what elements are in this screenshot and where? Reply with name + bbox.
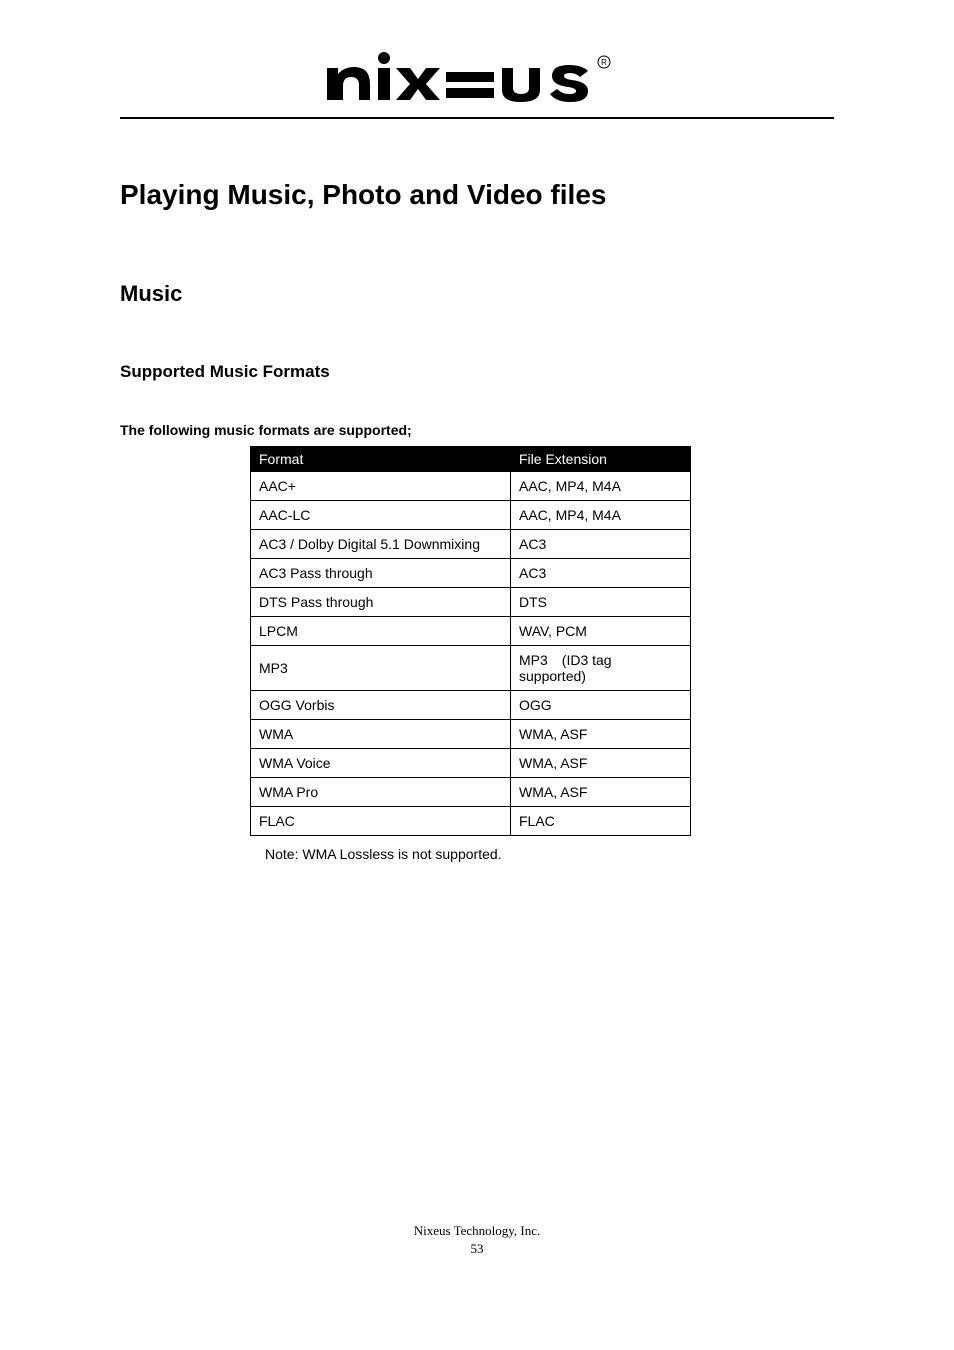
table-row: DTS Pass throughDTS xyxy=(251,588,691,617)
extension-cell: FLAC xyxy=(511,807,691,836)
table-header-extension: File Extension xyxy=(511,447,691,472)
extension-cell: WMA, ASF xyxy=(511,720,691,749)
table-row: AC3 / Dolby Digital 5.1 DownmixingAC3 xyxy=(251,530,691,559)
table-row: AAC-LCAAC, MP4, M4A xyxy=(251,501,691,530)
format-cell: OGG Vorbis xyxy=(251,691,511,720)
table-row: WMAWMA, ASF xyxy=(251,720,691,749)
music-formats-table: Format File Extension AAC+AAC, MP4, M4AA… xyxy=(250,446,691,836)
format-cell: WMA Voice xyxy=(251,749,511,778)
footer-company: Nixeus Technology, Inc. xyxy=(120,1222,834,1240)
format-cell: AC3 / Dolby Digital 5.1 Downmixing xyxy=(251,530,511,559)
format-cell: DTS Pass through xyxy=(251,588,511,617)
extension-cell: MP3 (ID3 tag supported) xyxy=(511,646,691,691)
extension-cell: WMA, ASF xyxy=(511,778,691,807)
extension-cell: DTS xyxy=(511,588,691,617)
format-cell: AAC+ xyxy=(251,472,511,501)
page-footer: Nixeus Technology, Inc. 53 xyxy=(120,1222,834,1258)
format-cell: MP3 xyxy=(251,646,511,691)
brand-logo: R xyxy=(120,50,834,117)
extension-cell: OGG xyxy=(511,691,691,720)
table-row: LPCMWAV, PCM xyxy=(251,617,691,646)
table-row: AC3 Pass throughAC3 xyxy=(251,559,691,588)
table-row: WMA ProWMA, ASF xyxy=(251,778,691,807)
format-cell: WMA Pro xyxy=(251,778,511,807)
note-text: Note: WMA Lossless is not supported. xyxy=(265,846,834,862)
lead-text: The following music formats are supporte… xyxy=(120,422,834,438)
footer-page-number: 53 xyxy=(120,1240,834,1258)
table-row: OGG VorbisOGG xyxy=(251,691,691,720)
svg-text:R: R xyxy=(601,58,607,67)
extension-cell: AAC, MP4, M4A xyxy=(511,501,691,530)
page-title: Playing Music, Photo and Video files xyxy=(120,179,834,211)
format-cell: AAC-LC xyxy=(251,501,511,530)
subsection-heading-formats: Supported Music Formats xyxy=(120,362,834,382)
format-cell: AC3 Pass through xyxy=(251,559,511,588)
extension-cell: WAV, PCM xyxy=(511,617,691,646)
format-cell: LPCM xyxy=(251,617,511,646)
header-divider xyxy=(120,117,834,119)
table-row: WMA VoiceWMA, ASF xyxy=(251,749,691,778)
extension-cell: AAC, MP4, M4A xyxy=(511,472,691,501)
format-cell: WMA xyxy=(251,720,511,749)
extension-cell: AC3 xyxy=(511,530,691,559)
table-row: AAC+AAC, MP4, M4A xyxy=(251,472,691,501)
section-heading-music: Music xyxy=(120,281,834,307)
table-row: MP3MP3 (ID3 tag supported) xyxy=(251,646,691,691)
format-cell: FLAC xyxy=(251,807,511,836)
extension-cell: WMA, ASF xyxy=(511,749,691,778)
extension-cell: AC3 xyxy=(511,559,691,588)
table-row: FLACFLAC xyxy=(251,807,691,836)
table-header-format: Format xyxy=(251,447,511,472)
